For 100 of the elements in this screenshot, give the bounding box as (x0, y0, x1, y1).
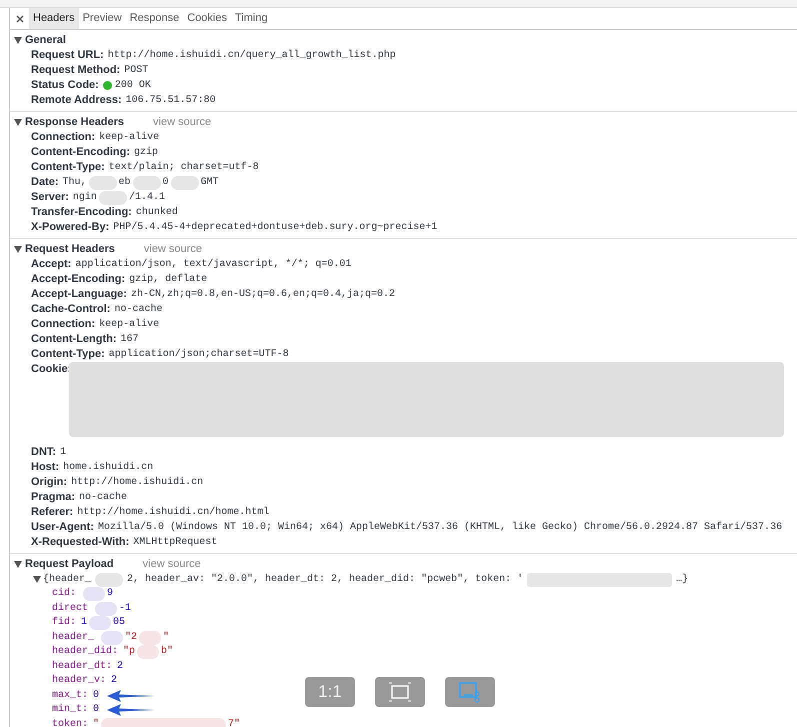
header-value: no-cache (79, 490, 128, 505)
disclosure-triangle-icon[interactable] (14, 246, 22, 253)
number-value: -1 (119, 602, 132, 616)
header-value: http://home.ishuidi.cn/query_all_growth_list.php (108, 48, 396, 63)
header-value: POST (124, 64, 148, 78)
header-value: Mozilla/5.0 (Windows NT 10.0; Win64; x64) AppleWebKit/537.36 (KHTML, like Gecko) Chrome/56.0.2924.87 Safari/537.36 (98, 520, 782, 535)
header-value: /1.4.1 (128, 190, 165, 205)
section-title[interactable]: Request Headers (25, 242, 115, 257)
panel-tab[interactable]: Cookies (183, 8, 231, 29)
property-key: header_dt: (52, 660, 112, 674)
header-value: no-cache (114, 302, 162, 317)
header-name: Server: (31, 190, 69, 205)
header-name: Date: (31, 175, 59, 190)
view-source-link[interactable]: view source (142, 557, 201, 572)
disclosure-triangle-icon[interactable] (14, 119, 22, 126)
header-name: Content-Encoding: (31, 145, 130, 160)
section-title[interactable]: General (25, 33, 66, 48)
header-value: application/json, text/javascript, */*; q=0.01 (75, 258, 352, 272)
number-value: 05 (113, 616, 126, 630)
redaction-patch (137, 645, 160, 660)
header-name: Accept: (31, 257, 72, 272)
header-value: 200 OK (114, 79, 151, 93)
property-key: header_v: (52, 674, 106, 688)
number-value: 0 (93, 703, 100, 717)
redaction-patch (101, 630, 124, 645)
header-name: Remote Address: (31, 93, 122, 108)
view-source-link[interactable]: view source (153, 115, 212, 130)
header-value: text/plain; charset=utf-8 (108, 160, 259, 175)
header-value: {header_ (43, 572, 92, 587)
panel-tab[interactable]: Preview (78, 8, 126, 29)
header-value: 1 (60, 446, 66, 460)
header-value: home.ishuidi.cn (63, 460, 154, 475)
header-value: zh-CN,zh;q=0.8,en-US;q=0.6,en;q=0.4,ja;q=0.2 (130, 288, 396, 302)
header-value: 106.75.51.57:80 (126, 94, 216, 108)
header-name: DNT: (31, 445, 56, 460)
number-value: 1 (81, 616, 88, 630)
fit-frame-button[interactable] (375, 677, 425, 707)
property-key: min_t: (52, 703, 88, 718)
string-value: b" (161, 645, 174, 659)
header-name: Cache-Control: (31, 302, 110, 317)
redaction-patch (95, 572, 124, 586)
header-name: X-Powered-By: (31, 220, 110, 235)
panel-tab[interactable]: Timing (231, 8, 272, 29)
redaction-patch (83, 587, 106, 602)
section-title[interactable]: Request Payload (25, 557, 114, 572)
header-value: XMLHttpRequest (133, 536, 218, 550)
header-value: 2, header_av: "2.0.0", header_dt: 2, header_did: "pcweb", token: ' (127, 572, 524, 587)
disclosure-triangle-icon[interactable] (14, 37, 22, 44)
header-name: Request Method: (31, 63, 120, 78)
header-value: chunked (136, 206, 178, 220)
screen-scissors-icon (458, 681, 482, 703)
redaction-patch (132, 176, 161, 190)
string-value: " (93, 718, 100, 727)
panel-tab[interactable]: Headers (29, 8, 79, 29)
string-value: "p (123, 645, 136, 659)
panel-tab[interactable]: Response (126, 8, 184, 29)
property-key: direct (52, 602, 88, 616)
header-value: http://home.ishuidi.cn (71, 476, 204, 490)
property-key: max_t: (52, 688, 88, 703)
property-key: cid: (52, 587, 76, 602)
header-value: keep-alive (99, 130, 160, 145)
header-name: Status Code: (31, 78, 99, 93)
header-value: 167 (120, 333, 139, 347)
number-value: 9 (107, 587, 114, 601)
header-value: eb (118, 176, 131, 190)
number-value: 2 (117, 660, 124, 674)
header-name: Connection: (31, 317, 96, 332)
redaction-patch (88, 176, 117, 190)
header-value: GMT (200, 176, 219, 190)
header-value: keep-alive (99, 318, 160, 332)
header-name: Referer: (31, 505, 74, 520)
header-name: X-Requested-With: (31, 535, 130, 550)
property-key: header_ (52, 630, 94, 645)
number-value: 2 (111, 674, 118, 688)
redaction-patch (98, 190, 127, 204)
section-title[interactable]: Response Headers (25, 115, 124, 130)
redaction-patch (139, 630, 162, 645)
disclosure-triangle-icon[interactable] (33, 576, 41, 583)
number-value: 0 (93, 688, 100, 702)
redaction-patch (170, 176, 199, 190)
string-value: " (163, 630, 170, 644)
header-name: Cookie: (31, 362, 72, 377)
redaction-patch (89, 616, 112, 630)
header-value: http://home.ishuidi.cn/home.html (77, 506, 270, 520)
header-value: PHP/5.4.45-4+deprecated+dontuse+deb.sury.org~precise+1 (113, 220, 438, 235)
header-value: gzip, deflate (129, 272, 208, 287)
header-name: Origin: (31, 475, 68, 490)
header-name: Connection: (31, 130, 96, 145)
view-source-link[interactable]: view source (144, 242, 202, 257)
disclosure-triangle-icon[interactable] (14, 561, 22, 568)
header-value: …} (676, 572, 688, 587)
header-name: Transfer-Encoding: (31, 205, 132, 220)
header-name: Content-Length: (31, 332, 117, 347)
property-key: fid: (52, 616, 76, 630)
header-name: Accept-Encoding: (31, 272, 126, 287)
header-value: gzip (134, 146, 158, 160)
frame-corners-icon (388, 682, 412, 702)
header-name: Content-Type: (31, 347, 105, 362)
header-name: Host: (31, 460, 60, 475)
string-value: 7" (228, 718, 240, 727)
